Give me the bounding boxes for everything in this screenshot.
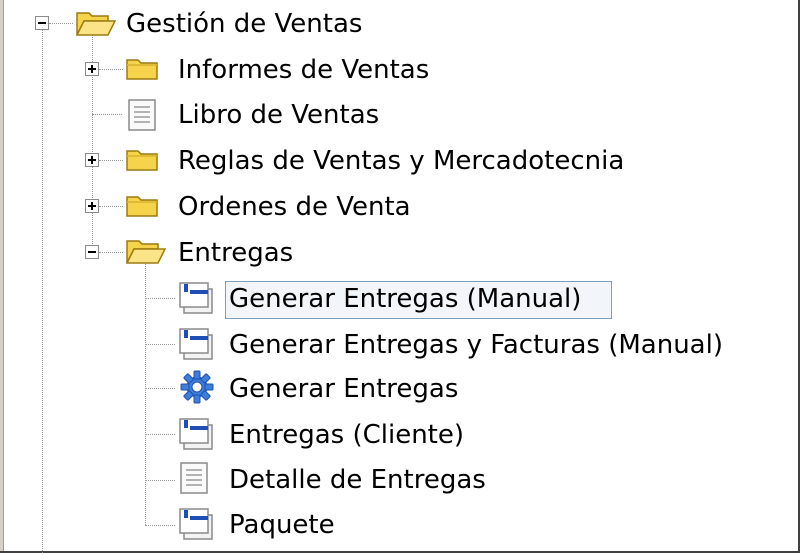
tree-connector (145, 434, 175, 435)
tree-node-generar-entregas-y-facturas[interactable]: Generar Entregas y Facturas (Manual) (229, 330, 723, 360)
folder-icon (126, 196, 158, 217)
tree-node-generar-entregas[interactable]: Generar Entregas (229, 374, 458, 404)
tree-node-reglas-de-ventas[interactable]: Reglas de Ventas y Mercadotecnia (178, 146, 624, 176)
tree-connector (145, 344, 175, 345)
tree-connector (99, 252, 123, 253)
folder-icon (126, 59, 158, 80)
tree-connector (99, 206, 123, 207)
left-frame-border (0, 0, 4, 553)
window-form-icon (179, 328, 213, 360)
tree-node-ordenes-de-venta[interactable]: Ordenes de Venta (178, 192, 411, 222)
tree-connector (49, 23, 73, 24)
collapse-toggle-entregas[interactable] (85, 245, 99, 259)
tree-connector (145, 480, 175, 481)
folder-open-icon (125, 240, 167, 264)
collapse-toggle-gestion-de-ventas[interactable] (35, 16, 49, 30)
tree-connector (99, 69, 123, 70)
tree-node-paquete[interactable]: Paquete (229, 510, 335, 540)
folder-open-icon (75, 12, 117, 36)
tree-connector (92, 114, 122, 115)
tree-node-gestion-de-ventas[interactable]: Gestión de Ventas (126, 9, 362, 39)
process-gear-icon (180, 370, 214, 404)
window-form-icon (179, 282, 213, 314)
tree-node-entregas-cliente[interactable]: Entregas (Cliente) (229, 420, 464, 450)
tree-connector (99, 160, 123, 161)
expand-toggle-informes-de-ventas[interactable] (85, 62, 99, 76)
expand-toggle-ordenes-de-venta[interactable] (85, 199, 99, 213)
folder-icon (126, 150, 158, 171)
window-form-icon (179, 508, 213, 540)
tree-node-detalle-de-entregas[interactable]: Detalle de Entregas (229, 465, 486, 495)
tree-connector (145, 388, 175, 389)
tree-connector (42, 30, 43, 553)
tree-connector (145, 298, 175, 299)
tree-connector (145, 262, 146, 525)
document-icon (180, 462, 208, 494)
tree-node-informes-de-ventas[interactable]: Informes de Ventas (178, 55, 429, 85)
document-icon (128, 99, 156, 131)
expand-toggle-reglas-de-ventas[interactable] (85, 153, 99, 167)
window-form-icon (179, 418, 213, 450)
tree-node-libro-de-ventas[interactable]: Libro de Ventas (178, 100, 379, 130)
tree-node-entregas[interactable]: Entregas (178, 238, 293, 268)
tree-node-generar-entregas-manual[interactable]: Generar Entregas (Manual) (229, 284, 581, 314)
tree-connector (145, 525, 175, 526)
